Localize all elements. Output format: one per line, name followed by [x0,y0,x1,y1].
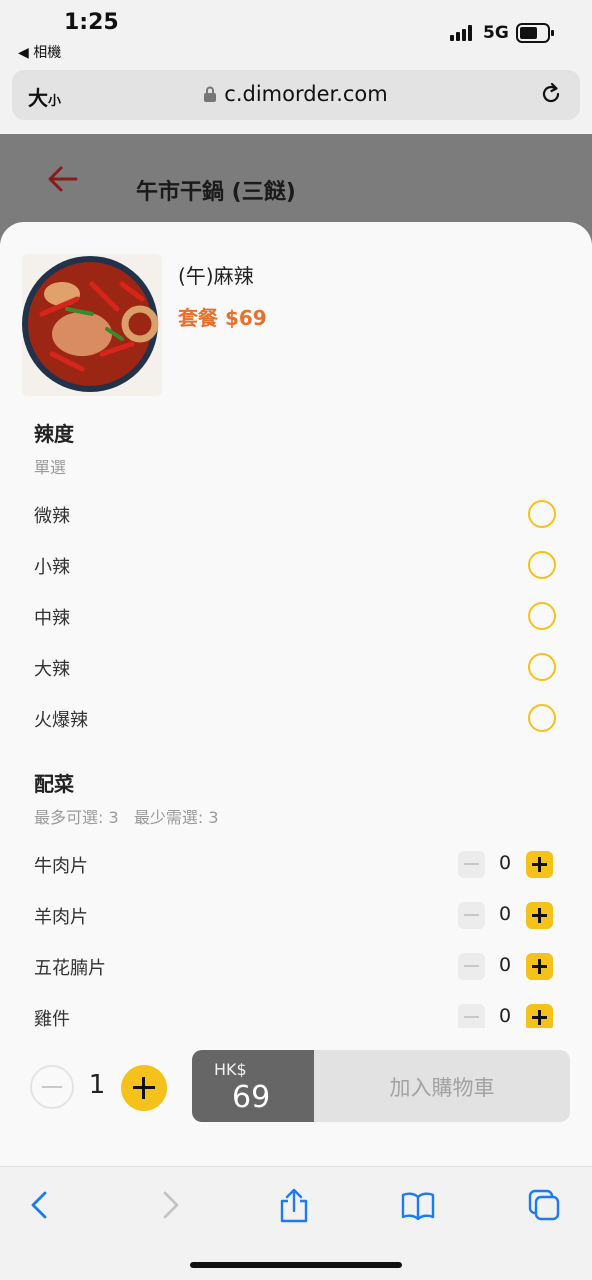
url-text: c.dimorder.com [224,82,388,106]
radio-button[interactable] [528,704,556,732]
dish-photo [22,254,162,396]
increase-button[interactable] [526,1004,553,1031]
currency-label: HK$ [214,1060,247,1079]
side-item-count: 0 [498,852,512,874]
lock-icon [204,86,217,102]
decrease-button[interactable] [458,1004,485,1031]
quantity-value: 1 [88,1070,106,1100]
item-options-sheet: (午)麻辣 套餐 $69 辣度 單選 微辣 小辣 中辣 大辣 火爆辣 配菜 最多… [0,222,592,1166]
radio-button[interactable] [528,500,556,528]
spice-option[interactable]: 小辣 [34,547,556,583]
side-item-label: 羊肉片 [34,907,88,928]
spice-option-label: 小辣 [34,557,70,578]
status-bar: 1:25 ◀ 相機 5G [0,0,592,66]
decrease-button[interactable] [458,851,485,878]
bookmarks-icon[interactable] [400,1187,436,1223]
side-item: 羊肉片 0 [34,897,556,933]
total-price-box: HK$ 69 [192,1050,314,1122]
home-indicator [190,1262,402,1268]
battery-icon [516,23,554,43]
back-arrow-icon[interactable] [46,164,80,194]
sides-section-title: 配菜 [34,772,74,796]
reload-icon[interactable] [538,81,564,107]
signal-icon [450,25,474,41]
side-item-count: 0 [498,954,512,976]
side-item-label: 五花腩片 [34,958,106,979]
side-item-count: 0 [498,1005,512,1027]
spice-option-label: 火爆辣 [34,710,88,731]
radio-button[interactable] [528,602,556,630]
decrease-button[interactable] [458,902,485,929]
spice-option[interactable]: 中辣 [34,598,556,634]
spice-option[interactable]: 大辣 [34,649,556,685]
side-item-count: 0 [498,903,512,925]
spice-option[interactable]: 微辣 [34,496,556,532]
radio-button[interactable] [528,551,556,579]
network-type: 5G [483,23,509,43]
dish-name: (午)麻辣 [178,264,254,288]
spice-option-label: 中辣 [34,608,70,629]
quantity-decrease-button[interactable] [30,1065,74,1109]
quantity-increase-button[interactable] [121,1065,167,1111]
decrease-button[interactable] [458,953,485,980]
page-title: 午市干鍋 (三餸) [136,180,296,205]
spice-section-title: 辣度 [34,422,74,446]
back-to-camera-link[interactable]: ◀ 相機 [18,42,61,62]
sides-section-subtitle: 最多可選: 3 最少需選: 3 [34,808,219,827]
increase-button[interactable] [526,902,553,929]
spice-option-label: 微辣 [34,506,70,527]
dish-price: 套餐 $69 [178,306,267,330]
add-to-cart-button[interactable]: HK$ 69 加入購物車 [192,1050,570,1122]
forward-icon[interactable] [152,1187,188,1223]
back-icon[interactable] [22,1187,58,1223]
url-display[interactable]: c.dimorder.com [12,82,580,106]
address-bar[interactable]: 大小 c.dimorder.com [12,70,580,120]
increase-button[interactable] [526,851,553,878]
side-item: 五花腩片 0 [34,948,556,984]
side-item: 牛肉片 0 [34,846,556,882]
spice-option[interactable]: 火爆辣 [34,700,556,736]
radio-button[interactable] [528,653,556,681]
spice-option-label: 大辣 [34,659,70,680]
spice-section-subtitle: 單選 [34,458,67,477]
increase-button[interactable] [526,953,553,980]
tabs-icon[interactable] [526,1187,562,1223]
add-to-cart-label: 加入購物車 [389,1076,495,1100]
total-price: 69 [232,1080,271,1115]
share-icon[interactable] [276,1187,312,1223]
status-time: 1:25 [64,10,119,35]
side-item-label: 牛肉片 [34,856,88,877]
